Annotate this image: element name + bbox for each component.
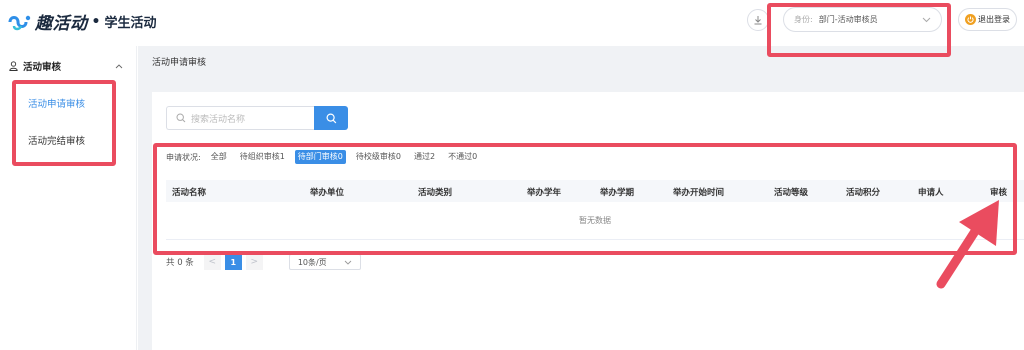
power-icon <box>965 14 976 25</box>
annotation-box-identity <box>767 3 951 57</box>
app-name: 趣活动 <box>35 14 88 34</box>
sidebar-group-label: 活动审核 <box>23 62 62 73</box>
logout-label: 退出登录 <box>978 15 1010 24</box>
user-icon <box>9 61 18 71</box>
search-icon <box>176 113 186 123</box>
search-bar: 搜索活动名称 <box>166 106 348 130</box>
prev-page-button[interactable]: < <box>203 254 221 270</box>
search-input[interactable]: 搜索活动名称 <box>166 106 314 130</box>
annotation-box-sidebar <box>12 80 116 166</box>
app-subtitle: 学生活动 <box>104 16 157 31</box>
pagination-total: 共 0 条 <box>166 258 194 268</box>
next-page-button[interactable]: > <box>245 254 263 270</box>
page-size-value: 10条/页 <box>297 257 327 267</box>
page-size-select[interactable]: 10条/页 <box>288 254 361 270</box>
pagination: 共 0 条 < 1 > 10条/页 <box>166 254 361 270</box>
app-logo: 趣活动 • 学生活动 <box>8 9 156 34</box>
logout-button[interactable]: 退出登录 <box>958 8 1017 31</box>
annotation-box-table <box>153 143 1017 255</box>
download-icon <box>754 16 762 25</box>
chevron-down-icon <box>344 260 352 265</box>
arrow-icon <box>936 200 999 289</box>
sidebar-group-activity-review[interactable]: 活动审核 <box>0 56 137 76</box>
download-button[interactable] <box>747 9 769 31</box>
page-number-current[interactable]: 1 <box>224 254 242 270</box>
logo-icon <box>8 15 31 30</box>
search-button[interactable] <box>314 106 348 130</box>
chevron-up-icon <box>115 63 123 68</box>
search-icon <box>325 112 336 123</box>
breadcrumb: 活动申请审核 <box>152 58 207 68</box>
search-placeholder: 搜索活动名称 <box>191 114 246 125</box>
title-separator: • <box>91 13 101 30</box>
